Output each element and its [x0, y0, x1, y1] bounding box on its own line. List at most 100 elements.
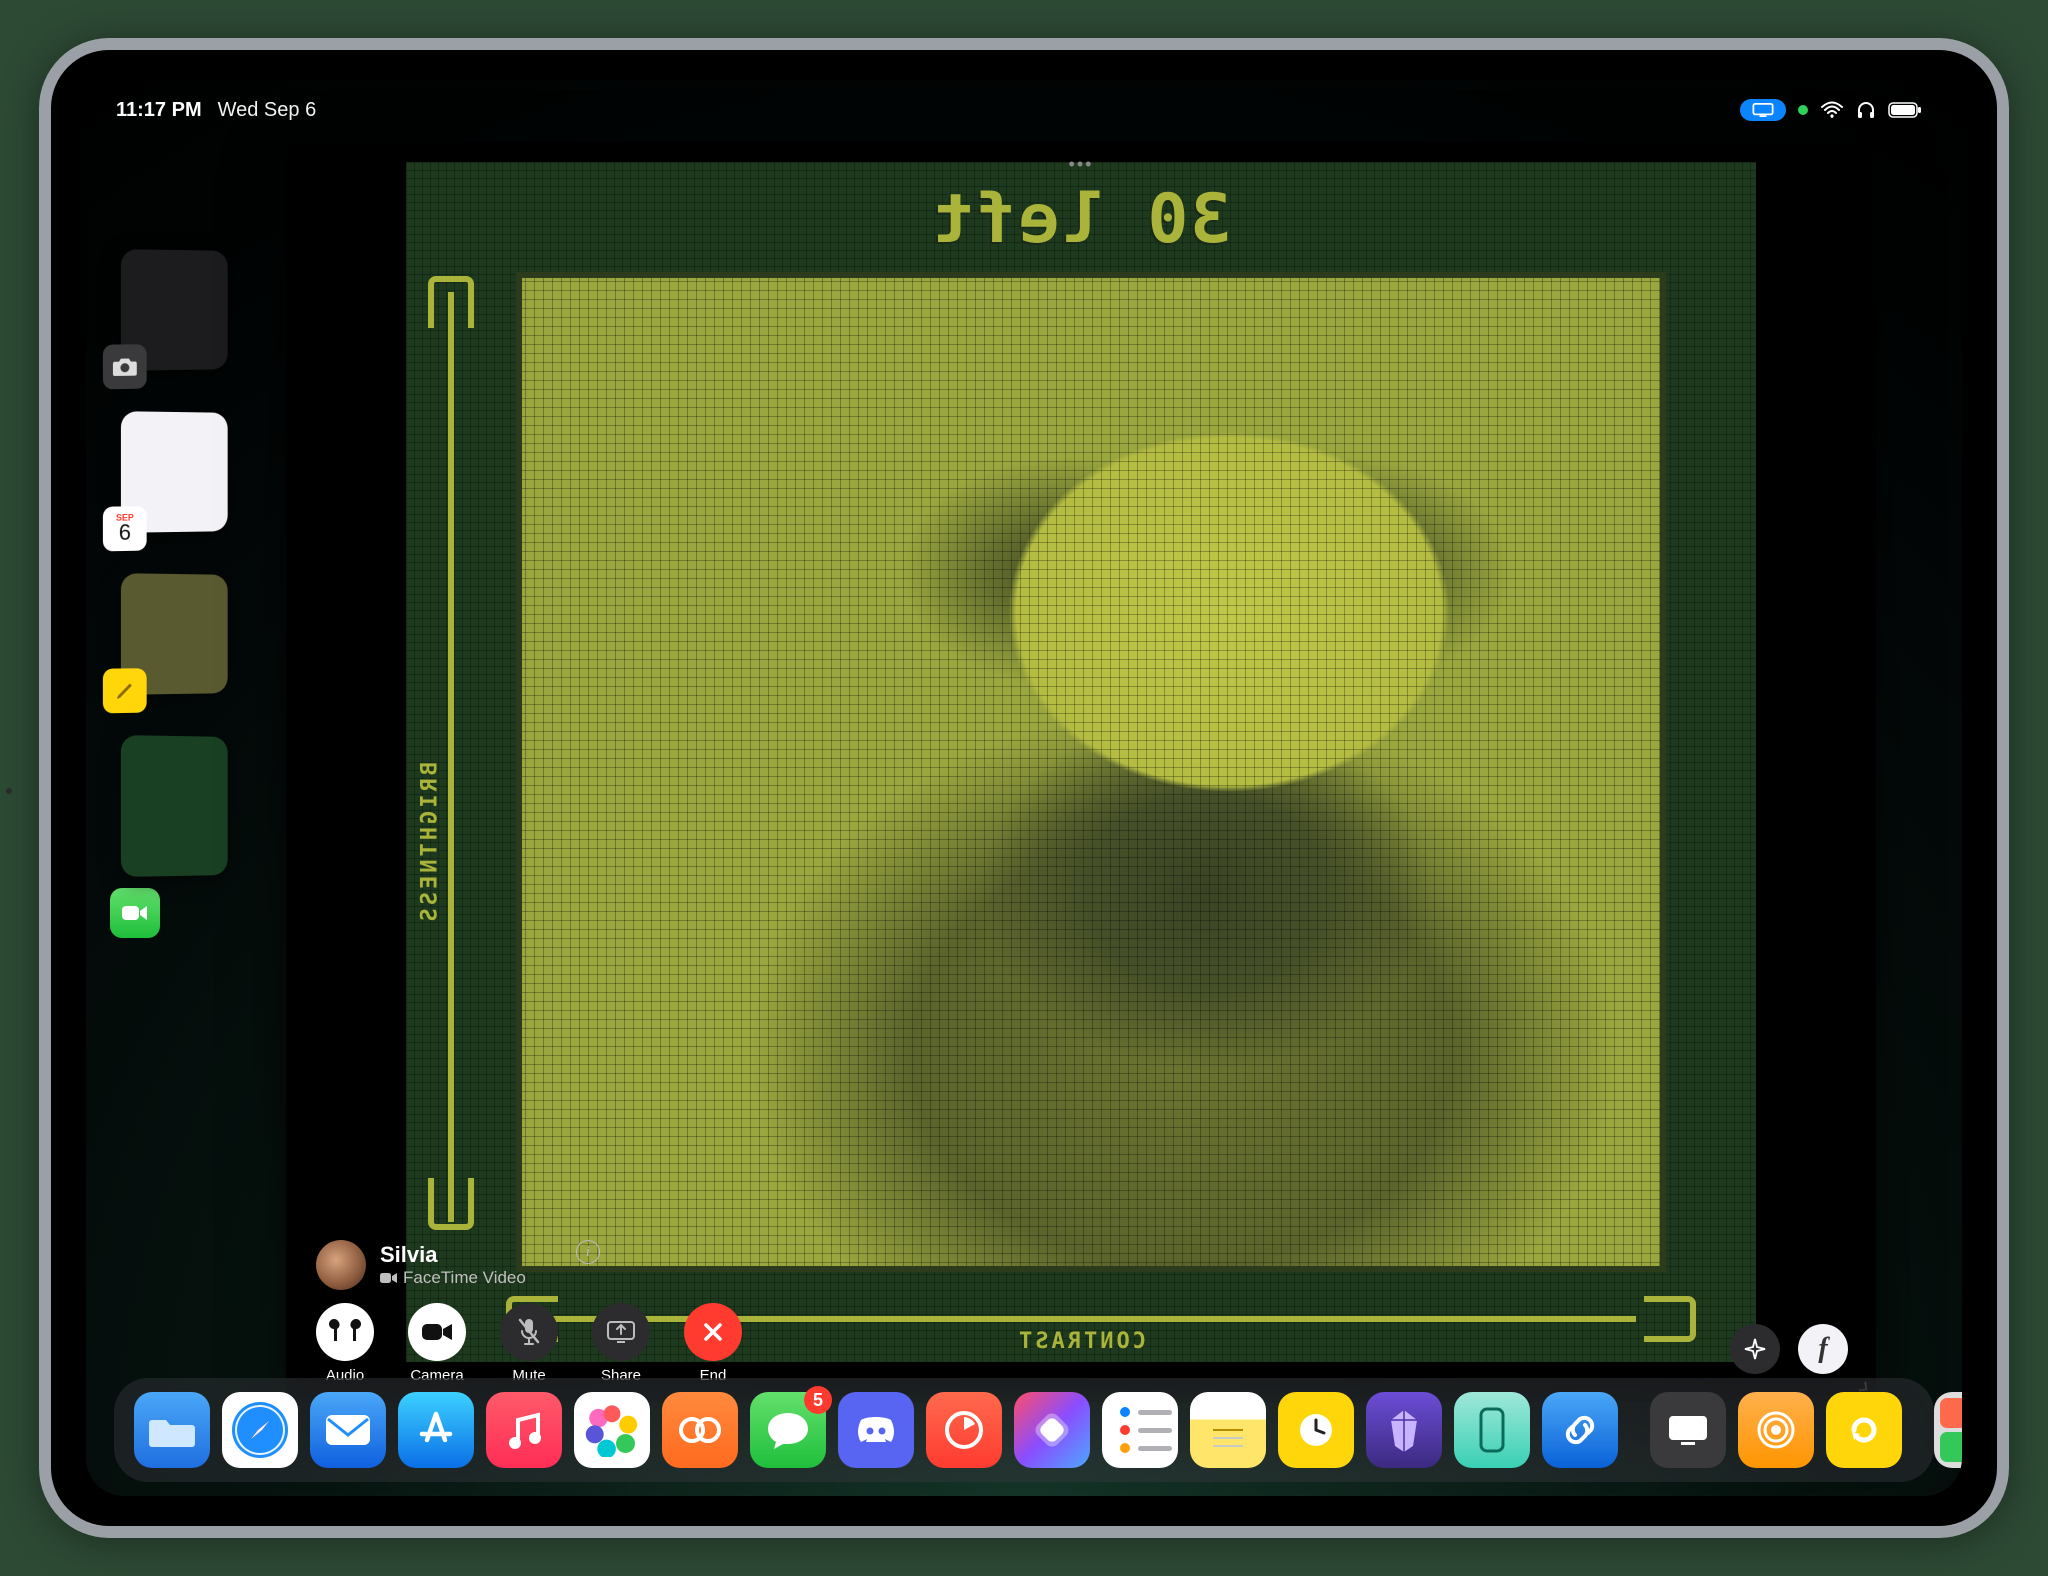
gem-icon — [1387, 1408, 1421, 1452]
video-icon — [421, 1321, 453, 1343]
gb-contrast-label: CONTRAST — [1016, 1329, 1146, 1354]
dock-files[interactable] — [134, 1392, 210, 1468]
timery-icon — [678, 1412, 722, 1448]
broadcast-icon — [1756, 1410, 1796, 1450]
headphones-icon — [1856, 100, 1876, 120]
dock-shortcuts[interactable] — [1014, 1392, 1090, 1468]
close-icon — [700, 1319, 726, 1345]
caller-chip[interactable]: Silvia FaceTime Video — [316, 1240, 526, 1290]
stage-item-calendar[interactable]: SEP 6 — [121, 411, 228, 533]
gb-brightness-knob-bottom[interactable] — [428, 1178, 474, 1230]
battery-icon — [1888, 102, 1922, 118]
gb-contrast-knob-right[interactable] — [1644, 1296, 1696, 1342]
dock-messages[interactable]: 5 — [750, 1392, 826, 1468]
appstore-icon — [414, 1408, 458, 1452]
effects-button[interactable]: f — [1798, 1324, 1848, 1374]
gb-brightness-rail — [448, 292, 454, 1222]
share-button[interactable]: Share — [586, 1303, 656, 1384]
window-grabber[interactable]: ••• — [1069, 154, 1094, 175]
mute-button[interactable]: Mute — [494, 1303, 564, 1384]
discord-icon — [853, 1412, 899, 1448]
camera-active-dot — [1798, 105, 1808, 115]
dock-clock-widget[interactable] — [1278, 1392, 1354, 1468]
dock-teal-app[interactable] — [1454, 1392, 1530, 1468]
mic-off-icon — [517, 1317, 541, 1347]
app-library-icon — [1940, 1398, 1962, 1462]
status-time: 11:17 PM — [116, 99, 202, 122]
screen-share-icon — [1752, 103, 1774, 117]
gb-brightness-label: BRIGHTNESS — [418, 762, 443, 924]
timer-icon — [943, 1409, 985, 1451]
status-date: Wed Sep 6 — [218, 99, 317, 122]
share-screen-icon — [606, 1320, 636, 1344]
dock-link-app[interactable] — [1542, 1392, 1618, 1468]
envelope-icon — [324, 1413, 372, 1447]
dock-recent-screen[interactable] — [1650, 1392, 1726, 1468]
music-note-icon — [506, 1410, 542, 1450]
camera-dot — [6, 788, 12, 794]
airpods-icon — [328, 1318, 362, 1346]
dock-recent-broadcast[interactable] — [1738, 1392, 1814, 1468]
messages-badge: 5 — [804, 1386, 832, 1414]
facetime-controls: Audio Camera Mute — [310, 1303, 748, 1384]
caller-name: Silvia — [380, 1242, 526, 1268]
video-icon — [380, 1272, 397, 1284]
sparkle-icon — [1742, 1336, 1768, 1362]
dock-due[interactable] — [926, 1392, 1002, 1468]
status-bar: 11:17 PM Wed Sep 6 — [86, 90, 1962, 130]
gb-viewfinder — [516, 272, 1666, 1272]
ipad-screen: 11:17 PM Wed Sep 6 — [86, 80, 1962, 1496]
audio-button[interactable]: Audio — [310, 1303, 380, 1384]
end-button[interactable]: End — [678, 1303, 748, 1384]
dock-appstore[interactable] — [398, 1392, 474, 1468]
caller-subtitle: FaceTime Video — [380, 1268, 526, 1288]
calendar-icon: SEP 6 — [103, 506, 147, 551]
info-button[interactable]: i — [576, 1240, 600, 1264]
dock-obsidian[interactable] — [1366, 1392, 1442, 1468]
stage-item-camera[interactable] — [121, 249, 228, 371]
avatar — [316, 1240, 366, 1290]
camera-icon — [103, 344, 147, 389]
dock-music[interactable] — [486, 1392, 562, 1468]
display-icon — [1665, 1412, 1711, 1448]
facetime-icon — [121, 903, 149, 923]
pencil-icon — [103, 668, 147, 713]
side-tools: f — [1730, 1324, 1848, 1374]
gameboy-camera-view: 30 left BRIGHTNESS CONTRAST — [406, 162, 1756, 1362]
wifi-icon — [1820, 101, 1844, 119]
folder-icon — [149, 1412, 195, 1448]
dock-mail[interactable] — [310, 1392, 386, 1468]
effects-icon: f — [1818, 1333, 1827, 1365]
reminders-icon — [1108, 1407, 1172, 1453]
screen-share-pill[interactable] — [1740, 99, 1786, 121]
phone-icon — [1477, 1407, 1507, 1453]
facetime-window: ••• 30 left BRIGHTNESS CONTRAST i — [286, 142, 1876, 1402]
stage-item-gbcam[interactable] — [121, 573, 228, 695]
notes-icon — [1205, 1424, 1251, 1454]
stage-item-photos[interactable] — [121, 735, 228, 877]
shortcuts-icon — [1031, 1409, 1073, 1451]
dock-timery[interactable] — [662, 1392, 738, 1468]
arrow-icon — [1846, 1412, 1882, 1448]
dock-photos[interactable] — [574, 1392, 650, 1468]
clock-icon — [1295, 1409, 1337, 1451]
photos-icon — [585, 1403, 639, 1457]
camera-button[interactable]: Camera — [402, 1303, 472, 1384]
ipad-bezel: 11:17 PM Wed Sep 6 — [51, 50, 1997, 1526]
dock-notes[interactable] — [1190, 1392, 1266, 1468]
dock-safari[interactable] — [222, 1392, 298, 1468]
gb-shots-left: 30 left — [931, 180, 1232, 259]
dock-reminders[interactable] — [1102, 1392, 1178, 1468]
ipad-frame: 11:17 PM Wed Sep 6 — [39, 38, 2009, 1538]
stage-item-facetime[interactable] — [110, 888, 160, 938]
reactions-button[interactable] — [1730, 1324, 1780, 1374]
dock-discord[interactable] — [838, 1392, 914, 1468]
messages-icon — [765, 1409, 811, 1451]
stage-manager-strip: SEP 6 — [120, 250, 250, 938]
compass-icon — [229, 1399, 291, 1461]
dock-recent-yellow[interactable] — [1826, 1392, 1902, 1468]
dock: 5 — [114, 1378, 1934, 1482]
gb-brightness-knob-top[interactable] — [428, 276, 474, 328]
dock-app-library[interactable] — [1934, 1392, 1962, 1468]
link-icon — [1559, 1409, 1601, 1451]
